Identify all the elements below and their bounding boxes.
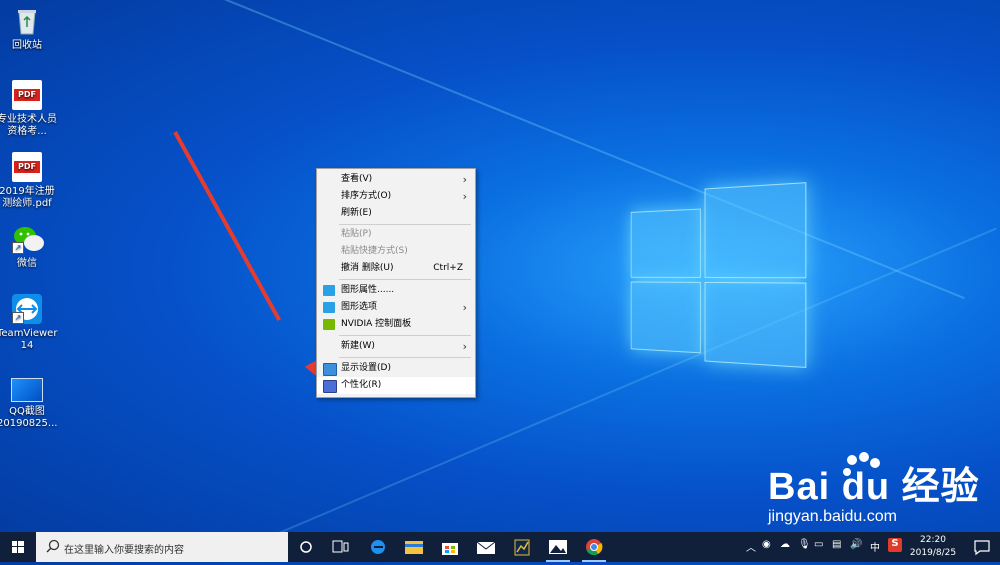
- folder-icon: [405, 541, 423, 554]
- menu-item-graphics-options[interactable]: 图形选项 ›: [317, 299, 475, 316]
- task-view-button[interactable]: [322, 532, 358, 562]
- desktop-icon-label: 微信: [17, 258, 37, 269]
- pdf-icon: PDF: [12, 80, 42, 110]
- menu-item-undo-delete[interactable]: 撤消 删除(U) Ctrl+Z: [317, 260, 475, 277]
- taskbar-mail[interactable]: [468, 532, 504, 562]
- nvidia-icon: [323, 319, 335, 330]
- menu-item-personalize[interactable]: 个性化(R): [317, 377, 475, 394]
- taskbar-clock[interactable]: 22:20 2019/8/25: [908, 534, 958, 560]
- menu-item-refresh[interactable]: 刷新(E): [317, 205, 475, 222]
- search-placeholder: 在这里输入你要搜索的内容: [64, 545, 184, 556]
- menu-item-display-settings[interactable]: 显示设置(D): [317, 360, 475, 377]
- desktop-context-menu: 查看(V) › 排序方式(O) › 刷新(E) 粘贴(P) 粘贴快捷方式(S) 撤消…: [316, 168, 476, 398]
- recycle-bin-icon: [12, 6, 42, 36]
- desktop-icon-wechat[interactable]: ↗ 微信: [0, 224, 57, 270]
- sogou-ime-icon[interactable]: S: [888, 538, 902, 552]
- taskbar-app-chart[interactable]: [504, 532, 540, 562]
- app-chart-icon: [514, 539, 530, 556]
- image-file-icon: [11, 378, 43, 402]
- display-icon: [323, 363, 337, 376]
- microphone-icon[interactable]: 🎙: [798, 539, 811, 550]
- battery-icon[interactable]: ▭: [814, 539, 823, 550]
- cortana-button[interactable]: [288, 532, 324, 562]
- desktop-icon-label: 2019年注册测绘师.pdf: [0, 186, 55, 209]
- photos-icon: [549, 540, 567, 554]
- mail-icon: [476, 541, 496, 554]
- cortana-circle-icon: [300, 541, 312, 553]
- edge-icon: [371, 540, 385, 554]
- store-bag-icon: [442, 543, 458, 555]
- watermark-url: jingyan.baidu.com: [768, 508, 897, 525]
- taskbar-photos[interactable]: [540, 532, 576, 562]
- search-icon: [46, 539, 60, 553]
- desktop-icon-pdf-1[interactable]: PDF 专业技术人员资格考...: [0, 80, 57, 138]
- light-beam: [129, 0, 965, 300]
- shortcut-arrow-icon: ↗: [12, 312, 24, 324]
- intel-graphics-icon: [323, 302, 335, 313]
- chevron-right-icon: ›: [462, 190, 467, 203]
- network-icon[interactable]: ▤: [832, 539, 841, 550]
- menu-item-nvidia-control-panel[interactable]: NVIDIA 控制面板: [317, 316, 475, 333]
- baidu-watermark: Bai du 经验 jingyan.baidu.com: [768, 455, 980, 526]
- menu-item-paste-shortcut: 粘贴快捷方式(S): [341, 246, 408, 256]
- task-view-icon: [332, 540, 349, 553]
- ime-indicator[interactable]: 中: [870, 539, 880, 554]
- menu-separator: [339, 279, 471, 280]
- chevron-right-icon: ›: [462, 173, 467, 186]
- taskbar-file-explorer[interactable]: [396, 532, 432, 562]
- teamviewer-icon: ↗: [12, 294, 42, 324]
- taskbar-store[interactable]: [432, 532, 468, 562]
- desktop-icon-label: 回收站: [12, 40, 42, 51]
- tray-show-hidden-icon[interactable]: ︿: [746, 539, 756, 554]
- menu-item-new[interactable]: 新建(W) ›: [317, 338, 475, 355]
- chrome-icon: [586, 539, 603, 556]
- taskbar-edge[interactable]: [360, 532, 396, 562]
- shortcut-arrow-icon: ↗: [12, 242, 24, 254]
- intel-graphics-icon: [323, 285, 335, 296]
- volume-icon[interactable]: 🔊: [850, 539, 862, 550]
- windows-start-icon: [12, 541, 24, 553]
- menu-item-sort-by[interactable]: 排序方式(O) ›: [317, 188, 475, 205]
- watermark-brand: Bai du 经验: [768, 466, 980, 508]
- menu-separator: [339, 335, 471, 336]
- clock-time: 22:20: [920, 535, 946, 545]
- menu-item-graphics-properties[interactable]: 图形属性......: [317, 282, 475, 299]
- start-button[interactable]: [0, 532, 36, 562]
- desktop-icon-teamviewer[interactable]: ↗ TeamViewer 14: [0, 294, 57, 352]
- taskbar: 在这里输入你要搜索的内容 ︿ ◉ ☁ 🎙 ▭ ▤ 🔊 中 S 22:20 201…: [0, 532, 1000, 562]
- taskbar-search-box[interactable]: 在这里输入你要搜索的内容: [36, 532, 288, 562]
- desktop-icon-label: 专业技术人员资格考...: [0, 114, 57, 137]
- desktop-icon-label: QQ截图20190825...: [0, 406, 58, 429]
- desktop-icon-pdf-2[interactable]: PDF 2019年注册测绘师.pdf: [0, 152, 57, 210]
- shortcut-hint: Ctrl+Z: [433, 263, 463, 273]
- taskbar-chrome[interactable]: [576, 532, 612, 562]
- desktop-icon-label: TeamViewer 14: [0, 328, 58, 351]
- desktop-icon-recycle-bin[interactable]: 回收站: [0, 6, 57, 52]
- menu-separator: [339, 224, 471, 225]
- clock-date: 2019/8/25: [909, 548, 957, 558]
- action-center-button[interactable]: [964, 532, 1000, 562]
- chevron-right-icon: ›: [462, 340, 467, 353]
- tray-app-icon[interactable]: ◉: [762, 539, 771, 550]
- desktop-icon-qq-screenshot[interactable]: QQ截图20190825...: [0, 378, 57, 430]
- notification-icon: [974, 540, 990, 556]
- cloud-icon[interactable]: ☁: [780, 539, 790, 550]
- wechat-icon: ↗: [12, 224, 44, 254]
- menu-item-paste: 粘贴(P): [341, 229, 372, 239]
- pdf-icon: PDF: [12, 152, 42, 182]
- annotation-arrow: [173, 131, 281, 322]
- menu-item-view[interactable]: 查看(V) ›: [317, 171, 475, 188]
- windows-logo: [630, 182, 807, 369]
- chevron-right-icon: ›: [462, 301, 467, 314]
- menu-separator: [339, 357, 471, 358]
- personalize-icon: [323, 380, 337, 393]
